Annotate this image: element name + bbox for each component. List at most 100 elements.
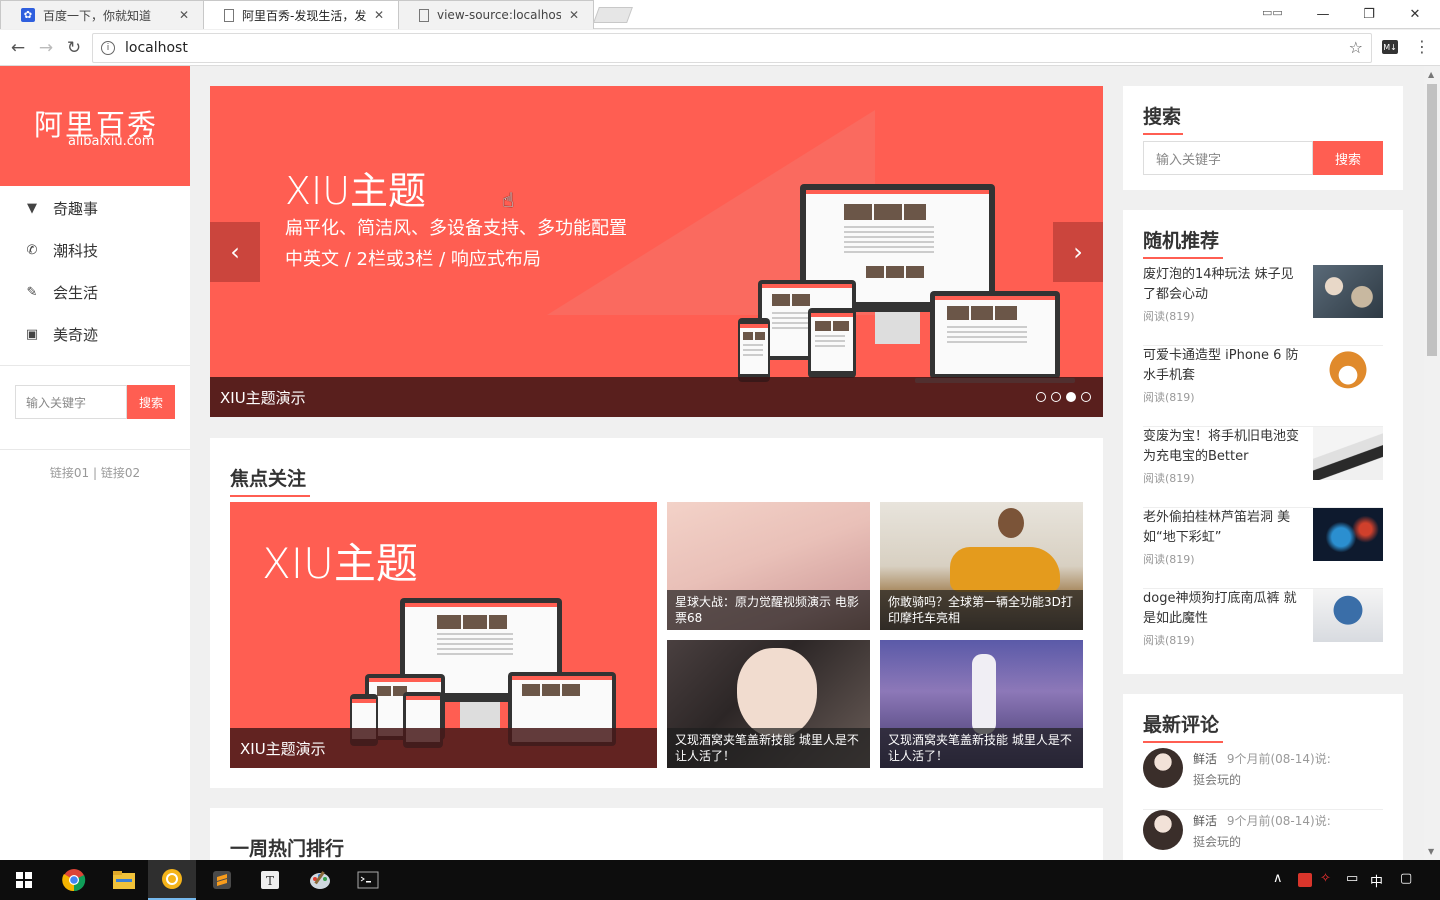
close-tab-icon[interactable]: ✕	[179, 8, 189, 22]
comment-item[interactable]: 鲜活 9个月前(08-14)说: 挺会玩的	[1143, 748, 1383, 810]
phone	[738, 318, 770, 382]
recommend-item[interactable]: 废灯泡的14种玩法 妹子见了都会心动 阅读(819)	[1143, 265, 1383, 346]
slider-dot-4[interactable]	[1081, 392, 1091, 402]
recommend-thumbnail[interactable]	[1313, 346, 1383, 399]
maximize-button[interactable]: ❐	[1346, 0, 1392, 29]
focus-tile-motorcycle[interactable]: 你敢骑吗？全球第一辆全功能3D打印摩托车亮相	[880, 502, 1083, 630]
tray-app-icon[interactable]	[1298, 873, 1312, 887]
recommend-item[interactable]: doge神烦狗打底南瓜裤 就是如此魔性 阅读(819)	[1143, 589, 1383, 670]
page-scrollbar[interactable]: ▲ ▼	[1424, 66, 1440, 860]
typora-icon[interactable]: T	[246, 860, 294, 900]
recommend-thumbnail[interactable]	[1313, 427, 1383, 480]
chrome-icon[interactable]	[50, 860, 98, 900]
nav-item-chaokeji[interactable]: ✆ 潮科技	[0, 229, 190, 271]
slider-line-1: 扁平化、简洁风、多设备支持、多功能配置	[285, 218, 627, 239]
notification-icon[interactable]: ▢	[1400, 871, 1412, 886]
terminal-icon[interactable]	[344, 860, 392, 900]
app-icon[interactable]	[148, 860, 196, 900]
monitor-stand	[875, 312, 920, 344]
scrollbar-thumb[interactable]	[1427, 84, 1437, 356]
close-tab-icon[interactable]: ✕	[569, 8, 579, 22]
nav-item-qiqushi[interactable]: ▼ 奇趣事	[0, 187, 190, 229]
link-01[interactable]: 链接01	[50, 466, 89, 480]
comment-item[interactable]: 鲜活 9个月前(08-14)说: 挺会玩的	[1143, 810, 1383, 860]
comment-user[interactable]: 鲜活	[1193, 814, 1217, 828]
title-underline	[1143, 257, 1223, 259]
divider	[0, 365, 190, 366]
minimize-button[interactable]: —	[1300, 0, 1346, 29]
recommend-item[interactable]: 变废为宝！将手机旧电池变为充电宝的Better 阅读(819)	[1143, 427, 1383, 508]
slider-dot-3[interactable]	[1066, 392, 1076, 402]
sublime-icon[interactable]	[198, 860, 246, 900]
start-icon[interactable]	[0, 860, 48, 900]
recommend-title[interactable]: doge神烦狗打底南瓜裤 就是如此魔性	[1143, 589, 1303, 629]
recommend-reads: 阅读(819)	[1143, 553, 1195, 566]
nav-item-huishenghuo[interactable]: ✎ 会生活	[0, 271, 190, 313]
avatar[interactable]	[1143, 748, 1183, 788]
reload-icon[interactable]: ↻	[62, 36, 86, 60]
tab-alibaixiu[interactable]: 阿里百秀-发现生活，发现 ✕	[203, 0, 399, 29]
close-window-button[interactable]: ✕	[1392, 0, 1438, 29]
forward-arrow-icon[interactable]: →	[34, 36, 58, 60]
monitor-stand	[460, 702, 500, 728]
focus-tile-dimple-2[interactable]: 又现酒窝夹笔盖新技能 城里人是不让人活了！	[880, 640, 1083, 768]
sidebar-search-input[interactable]: 输入关键字	[15, 385, 127, 419]
recommend-title[interactable]: 废灯泡的14种玩法 妹子见了都会心动	[1143, 265, 1303, 305]
extension-icon[interactable]: M↓	[1382, 40, 1398, 54]
bookmark-star-icon[interactable]: ☆	[1349, 38, 1363, 57]
comment-meta: 鲜活 9个月前(08-14)说:	[1193, 812, 1331, 829]
tile-caption: 星球大战：原力觉醒视频演示 电影票68	[667, 590, 870, 630]
tab-view-source[interactable]: view-source:localhost ✕	[398, 0, 594, 29]
slider-prev-button[interactable]: ‹	[210, 222, 260, 282]
browser-menu-icon[interactable]: ⋮	[1414, 37, 1430, 56]
site-logo[interactable]: 阿里百秀 alibaixiu.com	[0, 66, 190, 186]
slider-caption[interactable]: XIU主题演示	[210, 377, 1103, 417]
right-search-input[interactable]: 输入关键字	[1143, 141, 1313, 175]
scroll-up-icon[interactable]: ▲	[1428, 70, 1434, 79]
info-icon[interactable]: i	[101, 41, 115, 55]
focus-main-card[interactable]: XIU主题 XIU主题演示	[230, 502, 657, 768]
input-method-indicator[interactable]: 中	[1370, 871, 1383, 890]
comment-text[interactable]: 挺会玩的	[1193, 833, 1241, 850]
focus-tile-starwars[interactable]: 星球大战：原力觉醒视频演示 电影票68	[667, 502, 870, 630]
recommend-title[interactable]: 老外偷拍桂林芦笛岩洞 美如“地下彩虹”	[1143, 508, 1303, 548]
sidebar-search: 输入关键字 搜索	[15, 385, 175, 419]
slider-headline: XIU主题	[285, 169, 427, 213]
new-tab-button[interactable]	[593, 7, 633, 23]
slider-dot-2[interactable]	[1051, 392, 1061, 402]
slider-dot-1[interactable]	[1036, 392, 1046, 402]
recommend-thumbnail[interactable]	[1313, 589, 1383, 642]
paint-icon[interactable]	[296, 860, 344, 900]
recommend-title[interactable]: 变废为宝！将手机旧电池变为充电宝的Better	[1143, 427, 1303, 467]
close-tab-icon[interactable]: ✕	[374, 8, 384, 22]
hero-slider[interactable]: XIU主题 扁平化、简洁风、多设备支持、多功能配置 中英文 / 2栏或3栏 / …	[210, 86, 1103, 417]
nav-item-meiqiji[interactable]: ▣ 美奇迹	[0, 313, 190, 355]
focus-main-headline: XIU主题	[262, 539, 418, 588]
network-icon[interactable]: ▭	[1346, 871, 1358, 886]
slider-next-button[interactable]: ›	[1053, 222, 1103, 282]
user-profile-icon[interactable]: ▭▭	[1262, 6, 1283, 19]
comment-user[interactable]: 鲜活	[1193, 752, 1217, 766]
tile-caption: 你敢骑吗？全球第一辆全功能3D打印摩托车亮相	[880, 590, 1083, 630]
recommend-title[interactable]: 可爱卡通造型 iPhone 6 防水手机套	[1143, 346, 1303, 386]
browser-toolbar: ← → ↻ i localhost ☆	[0, 30, 1440, 66]
recommend-thumbnail[interactable]	[1313, 508, 1383, 561]
recommend-thumbnail[interactable]	[1313, 265, 1383, 318]
scroll-down-icon[interactable]: ▼	[1428, 847, 1434, 856]
back-arrow-icon[interactable]: ←	[6, 36, 30, 60]
sidebar-search-button[interactable]: 搜索	[127, 385, 175, 419]
tab-baidu[interactable]: ✿ 百度一下，你就知道 ✕	[0, 0, 204, 29]
focus-tile-dimple-1[interactable]: 又现酒窝夹笔盖新技能 城里人是不让人活了！	[667, 640, 870, 768]
explorer-icon[interactable]	[100, 860, 148, 900]
browser-tab-bar: ✿ 百度一下，你就知道 ✕ 阿里百秀-发现生活，发现 ✕ view-source…	[0, 0, 1440, 29]
right-search-button[interactable]: 搜索	[1313, 141, 1383, 175]
tray-mouse-icon[interactable]: ✧	[1320, 871, 1331, 886]
recommend-item[interactable]: 老外偷拍桂林芦笛岩洞 美如“地下彩虹” 阅读(819)	[1143, 508, 1383, 589]
address-bar[interactable]: i localhost ☆	[92, 33, 1372, 63]
link-02[interactable]: 链接02	[101, 466, 140, 480]
comment-text[interactable]: 挺会玩的	[1193, 771, 1241, 788]
tray-chevron-icon[interactable]: ∧	[1273, 871, 1283, 886]
random-recommend-panel: 随机推荐 废灯泡的14种玩法 妹子见了都会心动 阅读(819) 可爱卡通造型 i…	[1123, 210, 1403, 674]
avatar[interactable]	[1143, 810, 1183, 850]
recommend-item[interactable]: 可爱卡通造型 iPhone 6 防水手机套 阅读(819)	[1143, 346, 1383, 427]
